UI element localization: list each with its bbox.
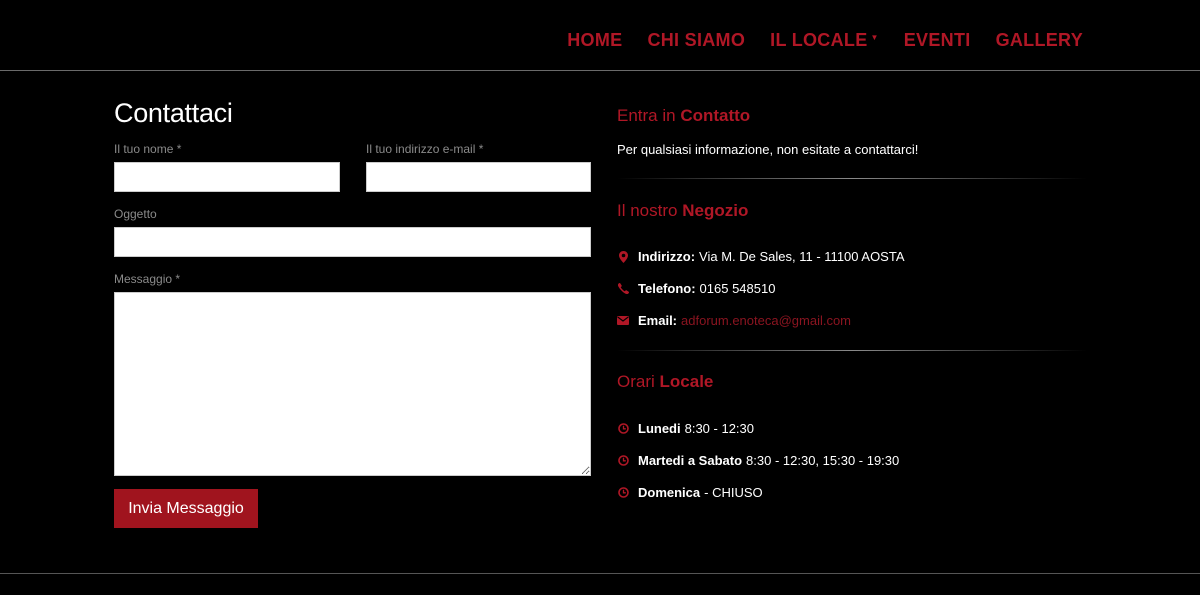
subject-input[interactable] xyxy=(114,227,591,257)
contact-heading: Entra in Contatto xyxy=(617,106,750,126)
phone-row: Telefono: 0165 548510 xyxy=(617,281,775,296)
nav-il-locale[interactable]: IL LOCALE ▼ xyxy=(770,30,879,51)
map-marker-icon xyxy=(617,250,629,263)
shop-heading: Il nostro Negozio xyxy=(617,201,748,221)
nav-gallery[interactable]: GALLERY xyxy=(996,30,1083,51)
footer-divider xyxy=(0,573,1200,574)
hours-time: - CHIUSO xyxy=(704,485,763,500)
shop-heading-light: Il nostro xyxy=(617,201,678,220)
nav-eventi[interactable]: EVENTI xyxy=(904,30,971,51)
contact-heading-bold: Contatto xyxy=(680,106,751,125)
email-label: Email: xyxy=(638,313,678,328)
hours-heading: Orari Locale xyxy=(617,372,713,392)
hours-day: Domenica xyxy=(638,485,701,500)
phone-label: Telefono: xyxy=(638,281,696,296)
envelope-icon xyxy=(617,316,629,325)
name-label: Il tuo nome * xyxy=(114,142,182,156)
contact-intro: Per qualsiasi informazione, non esitate … xyxy=(617,142,919,157)
hours-time: 8:30 - 12:30 xyxy=(684,421,754,436)
phone-value: 0165 548510 xyxy=(699,281,776,296)
message-label: Messaggio * xyxy=(114,272,181,286)
hours-row: Domenica - CHIUSO xyxy=(617,485,763,500)
page-title: Contattaci xyxy=(114,98,233,128)
divider xyxy=(617,178,1087,179)
message-textarea[interactable] xyxy=(114,292,591,476)
address-value: Via M. De Sales, 11 - 11100 AOSTA xyxy=(699,249,905,264)
main-nav: HOME CHI SIAMO IL LOCALE ▼ EVENTI GALLERY xyxy=(567,30,1083,51)
nav-il-locale-label: IL LOCALE xyxy=(770,30,868,50)
hours-day: Martedi a Sabato xyxy=(638,453,743,468)
phone-icon xyxy=(617,283,629,294)
submit-button[interactable]: Invia Messaggio xyxy=(114,489,258,528)
nav-home[interactable]: HOME xyxy=(567,30,622,51)
contact-heading-light: Entra in xyxy=(617,106,676,125)
clock-icon xyxy=(617,487,629,498)
hours-day: Lunedi xyxy=(638,421,681,436)
address-row: Indirizzo: Via M. De Sales, 11 - 11100 A… xyxy=(617,249,905,264)
hours-time: 8:30 - 12:30, 15:30 - 19:30 xyxy=(746,453,900,468)
hours-heading-light: Orari xyxy=(617,372,655,391)
clock-icon xyxy=(617,423,629,434)
divider xyxy=(617,350,1087,351)
email-link[interactable]: adforum.enoteca@gmail.com xyxy=(681,313,851,328)
hours-row: Martedi a Sabato 8:30 - 12:30, 15:30 - 1… xyxy=(617,453,899,468)
clock-icon xyxy=(617,455,629,466)
email-row: Email: adforum.enoteca@gmail.com xyxy=(617,313,851,328)
nav-chi-siamo[interactable]: CHI SIAMO xyxy=(647,30,745,51)
shop-heading-bold: Negozio xyxy=(682,201,749,220)
hours-heading-bold: Locale xyxy=(659,372,714,391)
email-label: Il tuo indirizzo e-mail * xyxy=(366,142,484,156)
hours-row: Lunedi 8:30 - 12:30 xyxy=(617,421,754,436)
address-label: Indirizzo: xyxy=(638,249,696,264)
subject-label: Oggetto xyxy=(114,207,157,221)
caret-down-icon: ▼ xyxy=(870,33,879,42)
header-bar: HOME CHI SIAMO IL LOCALE ▼ EVENTI GALLERY xyxy=(0,0,1200,71)
name-input[interactable] xyxy=(114,162,340,192)
email-input[interactable] xyxy=(366,162,591,192)
